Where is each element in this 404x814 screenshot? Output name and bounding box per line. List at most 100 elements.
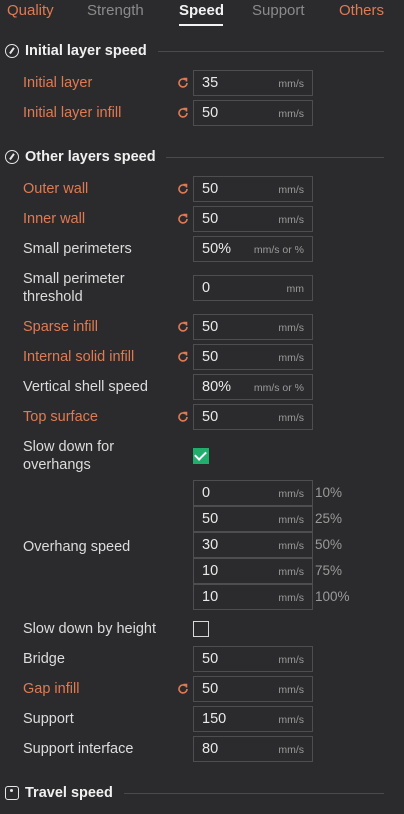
- field-unit: mm/s or %: [253, 382, 304, 394]
- outer-wall-label: Outer wall: [23, 181, 89, 197]
- field-value: 35: [202, 75, 219, 91]
- reset-icon[interactable]: [176, 212, 190, 226]
- overhang-percent-label: 50%: [315, 537, 343, 552]
- field-unit: mm/s: [278, 714, 304, 726]
- sparse-infill-input[interactable]: 50 mm/s: [193, 314, 313, 340]
- tab-bar: Quality Strength Speed Support Others: [0, 0, 404, 28]
- field-unit: mm/s: [278, 592, 304, 604]
- small-perimeters-input[interactable]: 50% mm/s or %: [193, 236, 313, 262]
- field-value: 50: [202, 349, 219, 365]
- support-input[interactable]: 150 mm/s: [193, 706, 313, 732]
- field-value: 50: [202, 181, 219, 197]
- slow-down-overhangs-label-line2: overhangs: [23, 457, 91, 473]
- travel-icon: [5, 786, 19, 800]
- overhang-percent-label: 10%: [315, 485, 343, 500]
- reset-icon[interactable]: [176, 682, 190, 696]
- speedometer-icon: [5, 150, 19, 164]
- field-unit: mm/s: [278, 744, 304, 756]
- tab-speed[interactable]: Speed: [179, 2, 224, 19]
- slow-down-overhangs-label: Slow down for: [23, 439, 115, 455]
- field-value: 50: [202, 511, 219, 527]
- initial-layer-infill-input[interactable]: 50 mm/s: [193, 100, 313, 126]
- field-value: 50%: [202, 241, 232, 257]
- initial-layer-label: Initial layer: [23, 75, 93, 91]
- reset-icon[interactable]: [176, 410, 190, 424]
- speedometer-icon: [5, 44, 19, 58]
- slow-down-overhangs-checkbox[interactable]: [193, 448, 209, 464]
- overhang-speed-75-input[interactable]: 10 mm/s: [193, 558, 313, 584]
- tab-strength[interactable]: Strength: [87, 2, 144, 19]
- reset-icon[interactable]: [176, 320, 190, 334]
- field-value: 150: [202, 711, 227, 727]
- field-unit: mm/s: [278, 214, 304, 226]
- field-value: 80%: [202, 379, 232, 395]
- vertical-shell-speed-label: Vertical shell speed: [23, 379, 148, 395]
- tab-quality[interactable]: Quality: [7, 2, 54, 19]
- field-value: 0: [202, 485, 211, 501]
- initial-layer-infill-label: Initial layer infill: [23, 105, 122, 121]
- tab-support[interactable]: Support: [252, 2, 305, 19]
- overhang-percent-label: 75%: [315, 563, 343, 578]
- section-divider: [166, 157, 384, 158]
- vertical-shell-speed-input[interactable]: 80% mm/s or %: [193, 374, 313, 400]
- field-value: 50: [202, 409, 219, 425]
- gap-infill-input[interactable]: 50 mm/s: [193, 676, 313, 702]
- bridge-input[interactable]: 50 mm/s: [193, 646, 313, 672]
- reset-icon[interactable]: [176, 76, 190, 90]
- active-tab-indicator: [179, 24, 223, 26]
- field-unit: mm/s or %: [253, 244, 304, 256]
- field-unit: mm/s: [278, 514, 304, 526]
- overhang-percent-label: 25%: [315, 511, 343, 526]
- slow-down-by-height-checkbox[interactable]: [193, 621, 209, 637]
- field-value: 50: [202, 681, 219, 697]
- slow-down-by-height-label: Slow down by height: [23, 621, 156, 637]
- top-surface-input[interactable]: 50 mm/s: [193, 404, 313, 430]
- support-interface-label: Support interface: [23, 741, 134, 757]
- field-unit: mm/s: [278, 184, 304, 196]
- field-unit: mm/s: [278, 566, 304, 578]
- field-unit: mm/s: [278, 322, 304, 334]
- field-value: 10: [202, 589, 219, 605]
- overhang-speed-label: Overhang speed: [23, 539, 131, 555]
- gap-infill-label: Gap infill: [23, 681, 80, 697]
- overhang-speed-10-input[interactable]: 0 mm/s: [193, 480, 313, 506]
- overhang-speed-50-input[interactable]: 30 mm/s: [193, 532, 313, 558]
- field-value: 0: [202, 280, 211, 296]
- reset-icon[interactable]: [176, 106, 190, 120]
- outer-wall-input[interactable]: 50 mm/s: [193, 176, 313, 202]
- reset-icon[interactable]: [176, 350, 190, 364]
- section-title: Initial layer speed: [25, 43, 147, 59]
- reset-icon[interactable]: [176, 182, 190, 196]
- field-unit: mm: [286, 283, 305, 295]
- overhang-percent-label: 100%: [315, 589, 350, 604]
- field-unit: mm/s: [278, 684, 304, 696]
- field-value: 50: [202, 319, 219, 335]
- section-other-layers-speed: Other layers speed: [5, 147, 156, 167]
- tab-others[interactable]: Others: [339, 2, 384, 19]
- sparse-infill-label: Sparse infill: [23, 319, 98, 335]
- top-surface-label: Top surface: [23, 409, 98, 425]
- field-value: 50: [202, 651, 219, 667]
- initial-layer-input[interactable]: 35 mm/s: [193, 70, 313, 96]
- small-perimeters-label: Small perimeters: [23, 241, 132, 257]
- field-unit: mm/s: [278, 108, 304, 120]
- field-value: 50: [202, 211, 219, 227]
- section-divider: [124, 793, 384, 794]
- internal-solid-infill-input[interactable]: 50 mm/s: [193, 344, 313, 370]
- field-unit: mm/s: [278, 654, 304, 666]
- support-label: Support: [23, 711, 74, 727]
- field-value: 80: [202, 741, 219, 757]
- section-title: Other layers speed: [25, 149, 156, 165]
- overhang-speed-100-input[interactable]: 10 mm/s: [193, 584, 313, 610]
- overhang-speed-25-input[interactable]: 50 mm/s: [193, 506, 313, 532]
- support-interface-input[interactable]: 80 mm/s: [193, 736, 313, 762]
- field-value: 30: [202, 537, 219, 553]
- inner-wall-label: Inner wall: [23, 211, 86, 227]
- bridge-label: Bridge: [23, 651, 65, 667]
- field-unit: mm/s: [278, 78, 304, 90]
- field-unit: mm/s: [278, 412, 304, 424]
- field-unit: mm/s: [278, 540, 304, 552]
- inner-wall-input[interactable]: 50 mm/s: [193, 206, 313, 232]
- field-unit: mm/s: [278, 488, 304, 500]
- small-perimeter-threshold-input[interactable]: 0 mm: [193, 275, 313, 301]
